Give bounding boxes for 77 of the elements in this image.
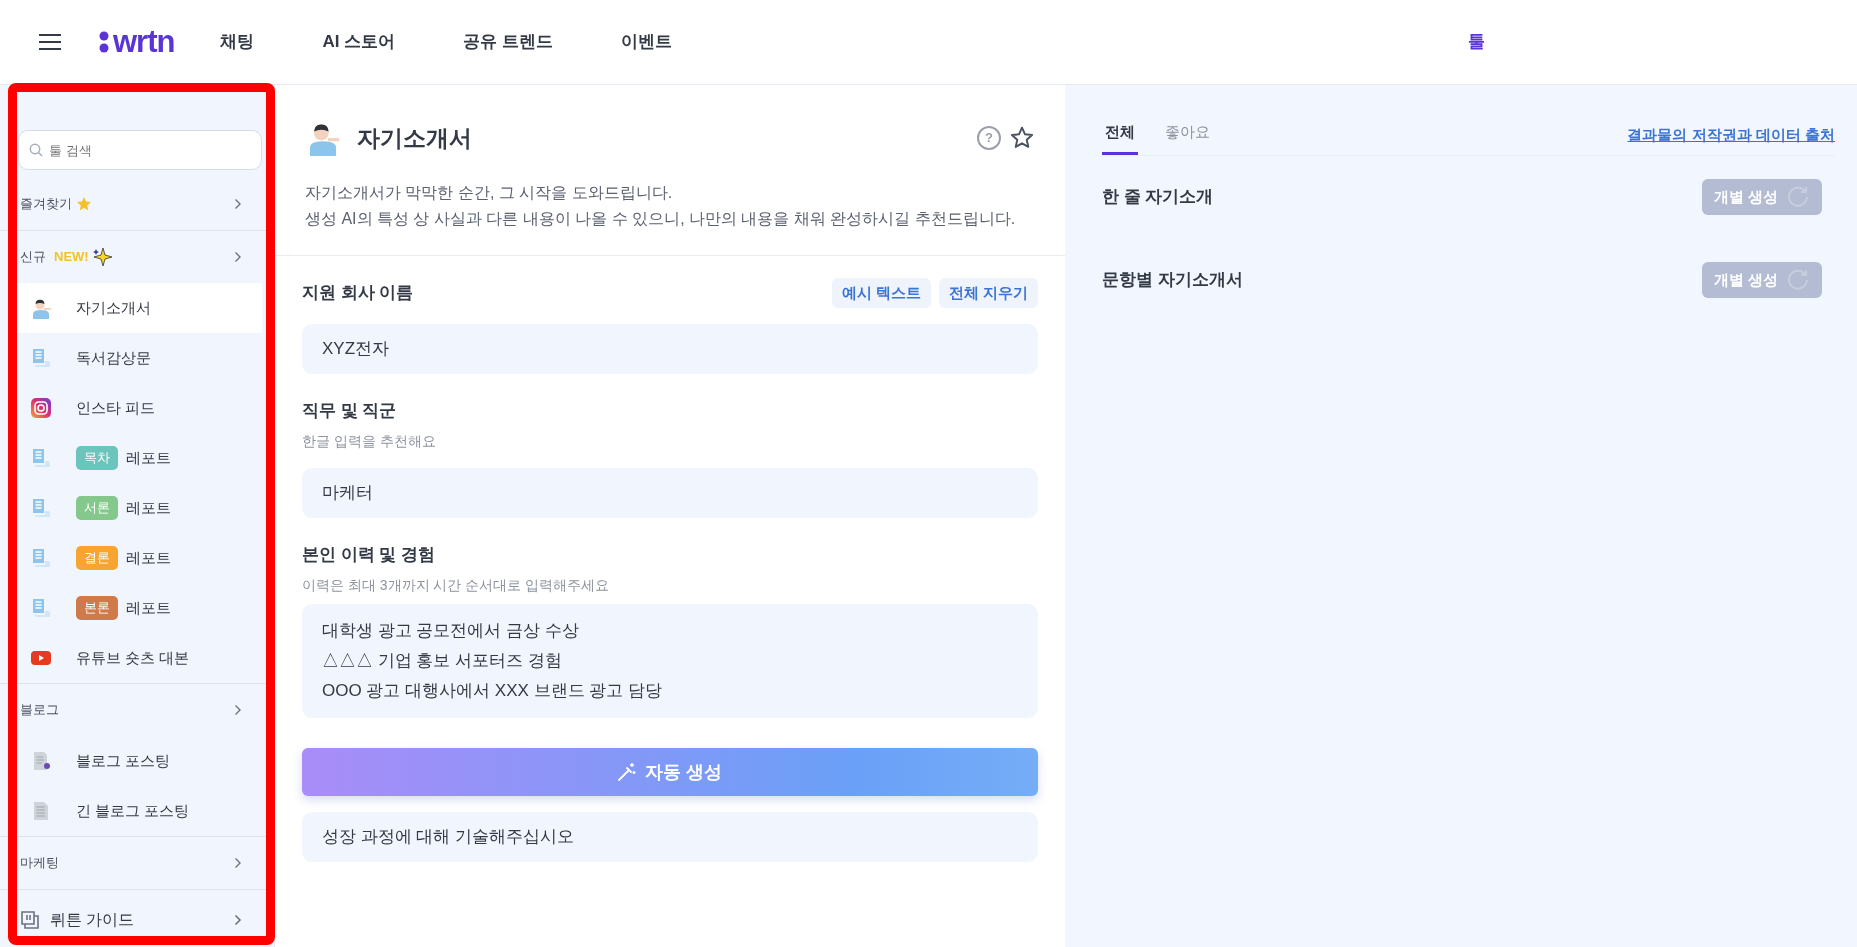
nav-link[interactable]: 공유 트렌드 bbox=[463, 29, 553, 55]
text-button[interactable]: 예시 텍스트 bbox=[831, 277, 931, 309]
document-icon bbox=[30, 447, 52, 469]
wrtn-logo[interactable]: wrtn bbox=[99, 18, 175, 66]
guide-label: 뤼튼 가이드 bbox=[50, 910, 135, 930]
tag-label: 결론 bbox=[76, 546, 118, 570]
tag-label: 목차 bbox=[76, 446, 118, 470]
description-text: 자기소개서가 막막한 순간, 그 시작을 도와드립니다. bbox=[305, 183, 674, 203]
category-title: 즐겨찾기 bbox=[20, 195, 72, 214]
copyright-link[interactable]: 결과물의 저작권과 데이터 출처 bbox=[1627, 123, 1835, 146]
tag-label: 서론 bbox=[76, 496, 118, 520]
search-field[interactable]: 툴 검색 bbox=[18, 130, 262, 170]
category-title: 신규 bbox=[20, 248, 46, 267]
book-icon bbox=[20, 910, 42, 930]
chevron-icon bbox=[234, 914, 242, 926]
input-field[interactable]: 마케터 bbox=[302, 468, 1038, 518]
instagram-icon bbox=[30, 397, 52, 419]
item-label: 자기소개서 bbox=[76, 297, 151, 318]
sidebar-item[interactable]: 본론 레포트 bbox=[12, 583, 262, 633]
item-label: 인스타 피드 bbox=[76, 397, 156, 418]
nav-link[interactable]: 툴 bbox=[1468, 29, 1485, 55]
document-icon bbox=[30, 497, 52, 519]
sidebar-item[interactable]: 목차 레포트 bbox=[12, 433, 262, 483]
text-button[interactable]: 전체 지우기 bbox=[938, 277, 1038, 309]
item-label: 레포트 bbox=[126, 597, 171, 618]
nav-link[interactable]: 채팅 bbox=[220, 29, 255, 55]
sidebar-item[interactable]: 독서감상문 bbox=[12, 333, 262, 383]
chevron-icon bbox=[234, 198, 242, 210]
nav-link[interactable]: 이벤트 bbox=[620, 29, 672, 55]
tag-label: 본론 bbox=[76, 596, 118, 620]
item-label: 레포트 bbox=[126, 547, 171, 568]
input-field[interactable]: 성장 과정에 대해 기술해주십시오 bbox=[302, 812, 1038, 862]
category-header[interactable]: 즐겨찾기 bbox=[12, 178, 262, 230]
field-label: 본인 이력 및 경험 bbox=[302, 543, 436, 566]
category-header[interactable]: 마케팅 bbox=[12, 837, 262, 889]
star-icon bbox=[76, 196, 92, 212]
category-title: 마케팅 bbox=[20, 854, 59, 873]
sparkle-icon bbox=[92, 247, 113, 267]
field-hint: 이력은 최대 3개까지 시간 순서대로 입력해주세요 bbox=[302, 576, 611, 596]
magic-wand-icon bbox=[617, 762, 638, 783]
category-header[interactable]: 블로그 bbox=[12, 684, 262, 736]
category-title: 블로그 bbox=[20, 701, 59, 720]
chevron-icon bbox=[234, 857, 242, 869]
sidebar-item[interactable]: 서론 레포트 bbox=[12, 483, 262, 533]
sidebar-item[interactable]: 유튜브 숏츠 대본 bbox=[12, 633, 262, 683]
field-label: 지원 회사 이름 bbox=[302, 282, 414, 305]
field-label: 직무 및 직군 bbox=[302, 399, 397, 422]
item-label: 레포트 bbox=[126, 447, 171, 468]
sidebar-item[interactable]: 긴 블로그 포스팅 bbox=[12, 786, 262, 836]
item-label: 유튜브 숏츠 대본 bbox=[76, 647, 190, 668]
field-hint: 한글 입력을 추천해요 bbox=[302, 432, 437, 452]
item-label: 레포트 bbox=[126, 497, 171, 518]
sidebar-item[interactable]: 블로그 포스팅 bbox=[12, 736, 262, 786]
category-header[interactable]: 신규 NEW! bbox=[12, 231, 262, 283]
tool-title: 자기소개서 bbox=[357, 123, 472, 153]
person-icon bbox=[30, 297, 52, 319]
nav-link[interactable]: AI 스토어 bbox=[322, 29, 396, 55]
item-label: 블로그 포스팅 bbox=[76, 750, 171, 771]
output-title: 문항별 자기소개서 bbox=[1102, 269, 1243, 292]
document-icon bbox=[30, 547, 52, 569]
new-label: NEW! bbox=[54, 248, 89, 267]
document-icon bbox=[30, 597, 52, 619]
input-field[interactable]: XYZ전자 bbox=[302, 324, 1038, 374]
tab[interactable]: 전체 bbox=[1102, 115, 1138, 155]
item-label: 긴 블로그 포스팅 bbox=[76, 800, 190, 821]
chevron-icon bbox=[234, 251, 242, 263]
chevron-icon bbox=[234, 704, 242, 716]
sidebar-item[interactable]: 인스타 피드 bbox=[12, 383, 262, 433]
document-icon bbox=[30, 347, 52, 369]
text-area[interactable]: 대학생 광고 공모전에서 금상 수상 △△△ 기업 홍보 서포터즈 경험 OOO 광고 대행사에서 XXX 브랜드 광고 담당 bbox=[302, 604, 1038, 718]
output-title: 한 줄 자기소개 bbox=[1102, 186, 1214, 209]
description-text: 생성 AI의 특성 상 사실과 다른 내용이 나올 수 있으니, 나만의 내용을 채워 완성하시길 추천드립니다. bbox=[305, 209, 1017, 230]
menu-icon[interactable] bbox=[38, 33, 62, 51]
star-icon[interactable] bbox=[1009, 125, 1035, 151]
sidebar-item[interactable]: 결론 레포트 bbox=[12, 533, 262, 583]
item-label: 독서감상문 bbox=[76, 347, 151, 368]
guide-link[interactable]: 뤼튼 가이드 bbox=[12, 890, 262, 947]
